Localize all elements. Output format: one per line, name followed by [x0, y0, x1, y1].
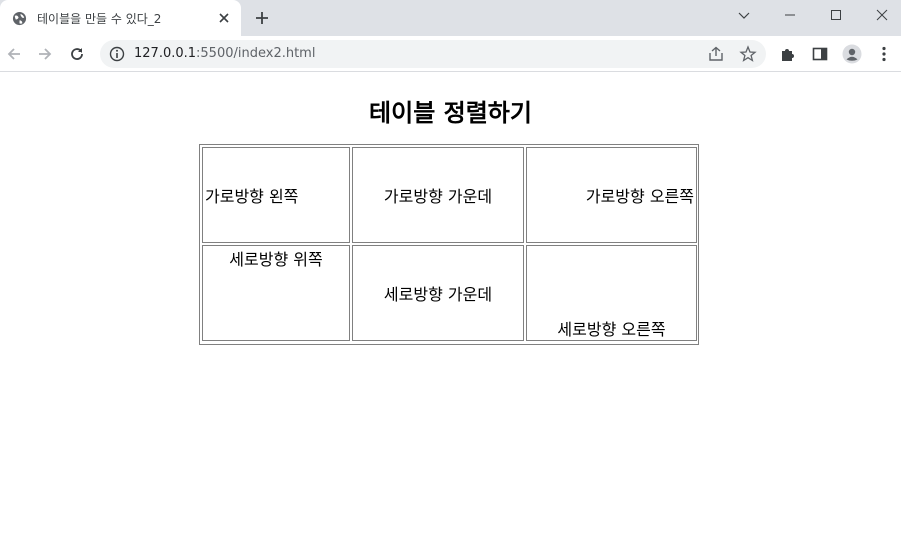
info-icon[interactable]: [109, 46, 125, 62]
close-window-icon[interactable]: [859, 0, 901, 30]
browser-tab[interactable]: 테이블을 만들 수 있다_2: [0, 0, 241, 36]
table-cell: 세로방향 가운데: [352, 245, 524, 341]
browser-toolbar: 127.0.0.1:5500/index2.html: [0, 36, 901, 72]
plus-icon[interactable]: [252, 8, 272, 28]
alignment-table: 가로방향 왼쪽 가로방향 가운데 가로방향 오른쪽 세로방향 위쪽 세로방향 가…: [199, 144, 699, 345]
reload-icon[interactable]: [66, 43, 88, 65]
tab-strip: 테이블을 만들 수 있다_2: [0, 0, 901, 36]
table-cell: 가로방향 가운데: [352, 147, 524, 243]
table-cell: 세로방향 오른쪽: [526, 245, 697, 341]
globe-icon: [12, 11, 27, 26]
more-menu-icon[interactable]: [874, 44, 894, 64]
star-icon[interactable]: [739, 45, 757, 63]
maximize-icon[interactable]: [813, 0, 859, 30]
table-cell: 세로방향 위쪽: [202, 245, 350, 341]
forward-arrow-icon[interactable]: [34, 43, 56, 65]
close-icon[interactable]: [216, 10, 232, 26]
back-arrow-icon[interactable]: [3, 43, 25, 65]
table-cell: 가로방향 오른쪽: [526, 147, 697, 243]
minimize-icon[interactable]: [767, 0, 813, 30]
table-cell: 가로방향 왼쪽: [202, 147, 350, 243]
tab-title: 테이블을 만들 수 있다_2: [37, 12, 162, 26]
share-icon[interactable]: [707, 45, 725, 63]
extensions-puzzle-icon[interactable]: [778, 44, 798, 64]
profile-avatar-icon[interactable]: [842, 44, 862, 64]
chevron-down-icon[interactable]: [721, 0, 767, 30]
side-panel-icon[interactable]: [810, 44, 830, 64]
address-bar[interactable]: 127.0.0.1:5500/index2.html: [100, 40, 766, 68]
page-content: 테이블 정렬하기 가로방향 왼쪽 가로방향 가운데 가로방향 오른쪽 세로방향 …: [0, 73, 901, 552]
url-text[interactable]: 127.0.0.1:5500/index2.html: [134, 46, 315, 61]
page-heading: 테이블 정렬하기: [369, 99, 532, 127]
